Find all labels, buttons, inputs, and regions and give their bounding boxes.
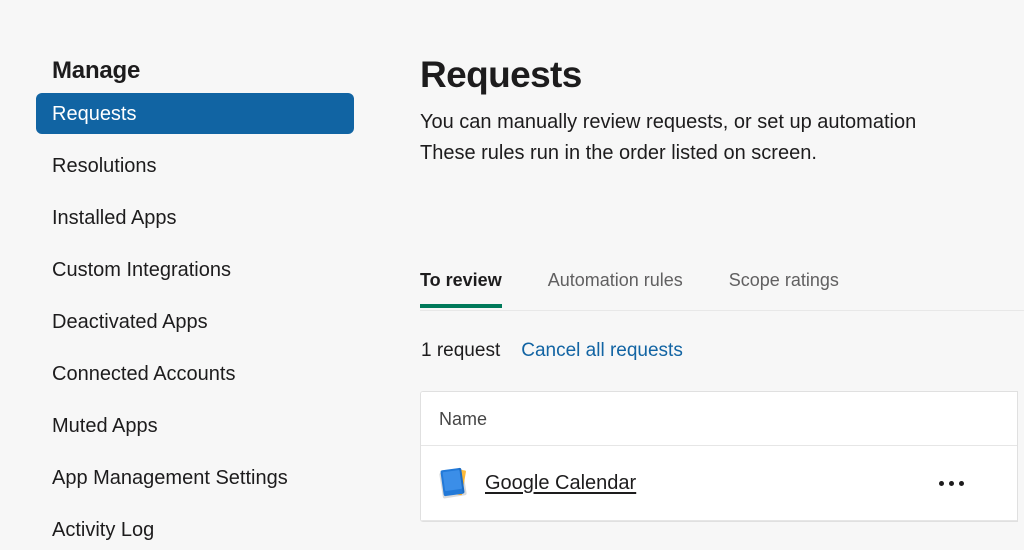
sidebar-item-muted-apps[interactable]: Muted Apps bbox=[36, 405, 354, 446]
google-calendar-icon bbox=[439, 467, 471, 499]
sidebar-item-label: Installed Apps bbox=[52, 206, 177, 229]
sidebar: Manage Requests Resolutions Installed Ap… bbox=[0, 0, 418, 550]
sidebar-heading: Manage bbox=[52, 57, 141, 84]
sidebar-nav-list: Requests Resolutions Installed Apps Cust… bbox=[0, 93, 418, 550]
sidebar-item-label: Requests bbox=[52, 102, 137, 125]
app-root: Manage Requests Resolutions Installed Ap… bbox=[0, 0, 1024, 550]
sidebar-item-label: Deactivated Apps bbox=[52, 310, 208, 333]
page-title: Requests bbox=[420, 54, 582, 95]
sidebar-item-resolutions[interactable]: Resolutions bbox=[36, 145, 354, 186]
sidebar-item-activity-log[interactable]: Activity Log bbox=[36, 509, 354, 550]
tab-label: Automation rules bbox=[547, 270, 683, 290]
sidebar-item-label: Connected Accounts bbox=[52, 362, 236, 385]
request-count-label: 1 request bbox=[421, 340, 501, 361]
sidebar-item-custom-integrations[interactable]: Custom Integrations bbox=[36, 249, 354, 290]
sidebar-item-label: Custom Integrations bbox=[52, 258, 231, 281]
requests-table: Name Google Calendar bbox=[420, 391, 1018, 522]
page-description-line-1: You can manually review requests, or set… bbox=[420, 111, 917, 133]
sidebar-item-app-management-settings[interactable]: App Management Settings bbox=[36, 457, 354, 498]
cell-app-name: Google Calendar bbox=[421, 467, 907, 499]
tab-label: To review bbox=[420, 270, 502, 290]
sidebar-item-requests[interactable]: Requests bbox=[36, 93, 354, 134]
tab-automation-rules[interactable]: Automation rules bbox=[548, 268, 683, 308]
sidebar-item-label: App Management Settings bbox=[52, 466, 288, 489]
sidebar-item-connected-accounts[interactable]: Connected Accounts bbox=[36, 353, 354, 394]
page-description-line-2: These rules run in the order listed on s… bbox=[420, 142, 817, 164]
results-meta-row: 1 request Cancel all requests bbox=[421, 338, 683, 364]
tab-bar-divider bbox=[420, 310, 1024, 311]
overflow-menu-icon[interactable] bbox=[933, 475, 970, 492]
sidebar-item-installed-apps[interactable]: Installed Apps bbox=[36, 197, 354, 238]
sidebar-item-label: Resolutions bbox=[52, 154, 157, 177]
cancel-all-requests-link[interactable]: Cancel all requests bbox=[521, 338, 683, 364]
app-name-link[interactable]: Google Calendar bbox=[485, 470, 636, 497]
page-description: You can manually review requests, or set… bbox=[418, 107, 1024, 169]
column-header-name: Name bbox=[439, 408, 488, 429]
tab-to-review[interactable]: To review bbox=[420, 268, 502, 308]
cell-row-actions bbox=[907, 475, 1017, 492]
sidebar-item-label: Activity Log bbox=[52, 518, 155, 541]
tab-scope-ratings[interactable]: Scope ratings bbox=[729, 268, 839, 308]
table-header-row: Name bbox=[421, 392, 1017, 446]
tab-bar: To review Automation rules Scope ratings bbox=[420, 268, 1024, 314]
sidebar-item-deactivated-apps[interactable]: Deactivated Apps bbox=[36, 301, 354, 342]
sidebar-item-label: Muted Apps bbox=[52, 414, 158, 437]
tab-label: Scope ratings bbox=[728, 270, 839, 290]
table-row: Google Calendar bbox=[421, 446, 1017, 521]
